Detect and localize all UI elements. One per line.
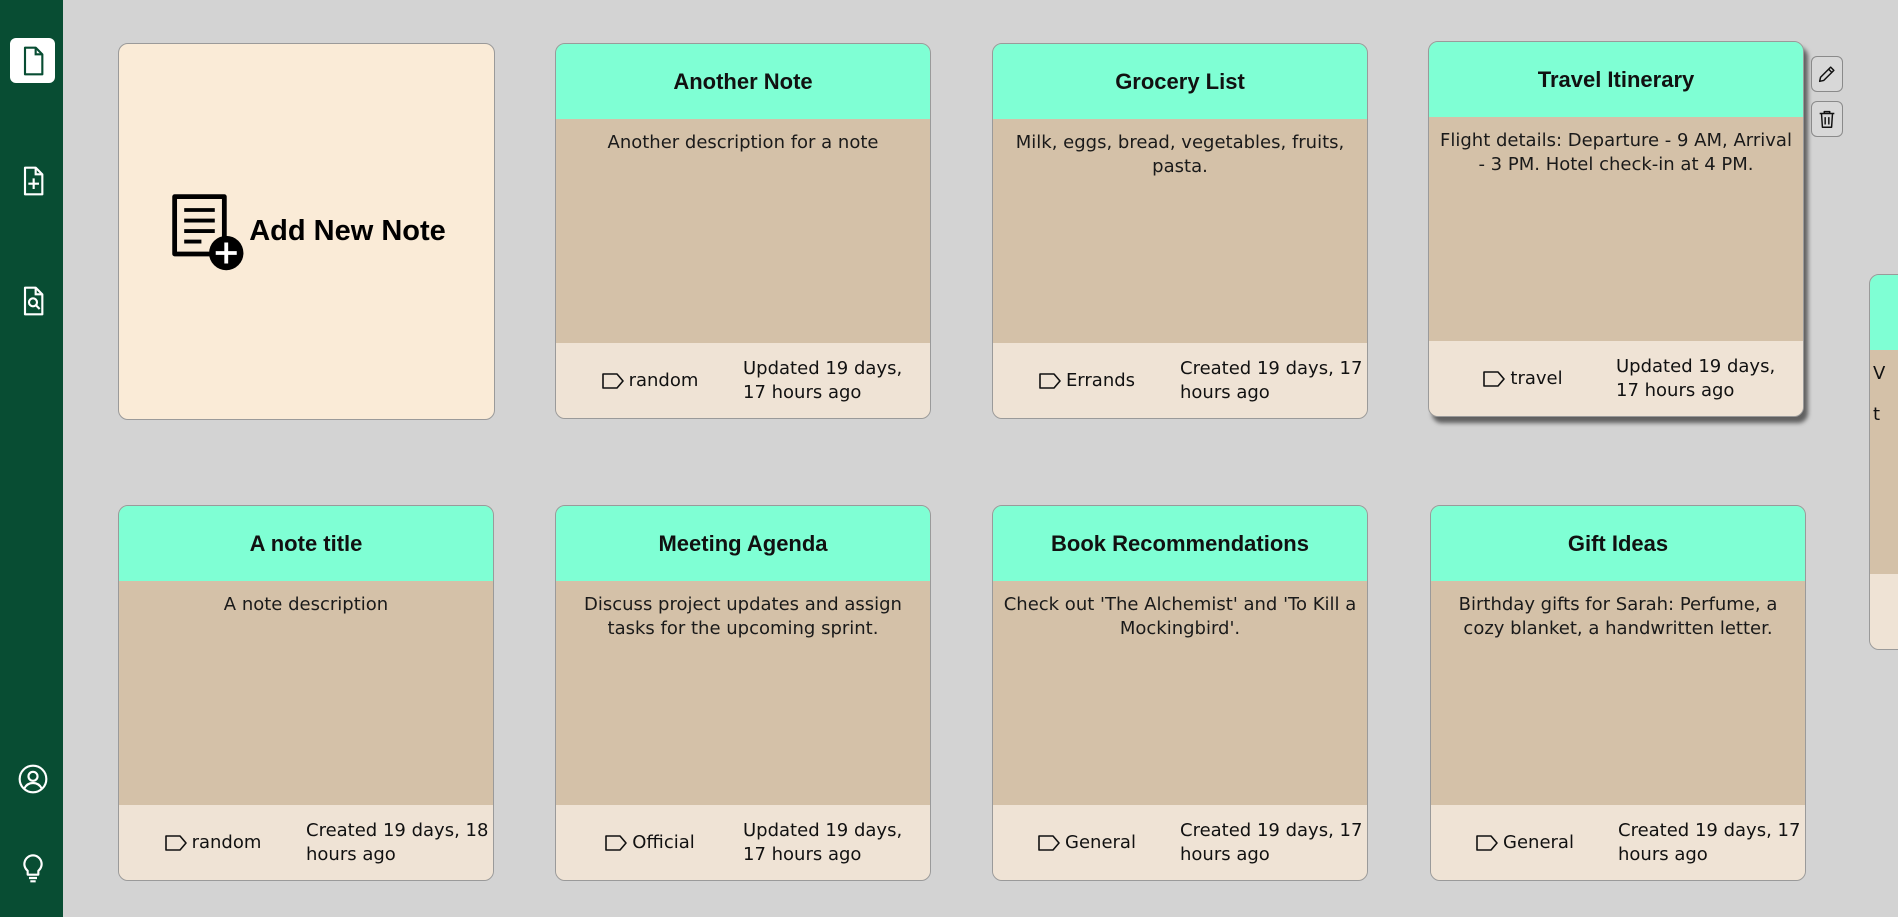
note-card[interactable]: Gift Ideas Birthday gifts for Sarah: Per… <box>1430 505 1806 881</box>
note-tag-label: travel <box>1510 368 1563 389</box>
note-tag[interactable]: random <box>119 832 306 853</box>
search-notes-nav-button[interactable] <box>10 278 55 323</box>
tag-icon <box>1476 834 1498 851</box>
sidebar <box>0 0 63 917</box>
note-footer: random Updated 19 days, 17 hours ago <box>556 343 930 418</box>
note-footer: General Created 19 days, 17 hours ago <box>993 805 1367 880</box>
note-tag[interactable]: random <box>556 370 743 391</box>
note-timestamp: Created 19 days, 17 hours ago <box>1180 819 1363 865</box>
tag-icon <box>1038 834 1060 851</box>
note-title: Gift Ideas <box>1431 506 1805 581</box>
note-tag[interactable]: General <box>1431 832 1618 853</box>
note-description: Another description for a note <box>607 132 879 153</box>
add-new-note-card[interactable]: Add New Note <box>118 43 495 420</box>
note-description: Milk, eggs, bread, vegetables, fruits, p… <box>1015 132 1345 177</box>
note-footer: Official Updated 19 days, 17 hours ago <box>556 805 930 880</box>
note-card[interactable]: A note title A note description random C… <box>118 505 494 881</box>
add-note-icon <box>172 193 244 270</box>
note-title: Travel Itinerary <box>1429 42 1803 117</box>
note-title: A note title <box>119 506 493 581</box>
trash-icon <box>1819 110 1835 128</box>
lightbulb-icon <box>22 853 43 882</box>
note-description: A note description <box>223 594 389 615</box>
note-card[interactable]: Meeting Agenda Discuss project updates a… <box>555 505 931 881</box>
note-tag[interactable]: Official <box>556 832 743 853</box>
partial-text: V <box>1873 363 1886 384</box>
new-note-nav-button[interactable] <box>10 158 55 203</box>
notes-nav-button[interactable] <box>10 38 55 83</box>
note-tag-label: random <box>628 370 699 391</box>
note-card[interactable]: Book Recommendations Check out 'The Alch… <box>992 505 1368 881</box>
tag-icon <box>1483 370 1506 387</box>
note-timestamp: Updated 19 days, 17 hours ago <box>743 357 903 403</box>
note-tag[interactable]: travel <box>1429 368 1616 389</box>
note-timestamp: Updated 19 days, 17 hours ago <box>743 819 903 865</box>
theme-toggle-button[interactable] <box>10 845 55 890</box>
note-footer: Errands Created 19 days, 17 hours ago <box>993 343 1367 418</box>
note-tag-label: General <box>1065 832 1136 853</box>
note-description: Birthday gifts for Sarah: Perfume, a coz… <box>1458 594 1778 639</box>
note-footer <box>1870 574 1898 649</box>
note-timestamp: Updated 19 days, 17 hours ago <box>1616 355 1776 401</box>
edit-note-button[interactable] <box>1811 56 1843 92</box>
note-timestamp: Created 19 days, 18 hours ago <box>306 819 489 865</box>
tag-icon <box>1039 372 1061 389</box>
note-tag-label: Errands <box>1065 370 1136 391</box>
tag-icon <box>605 834 628 851</box>
note-title: Another Note <box>556 44 930 119</box>
note-description: Flight details: Departure - 9 AM, Arriva… <box>1440 130 1792 175</box>
delete-note-button[interactable] <box>1811 101 1843 137</box>
note-tag[interactable]: General <box>993 832 1180 853</box>
tag-icon <box>601 372 624 389</box>
note-card-partial[interactable]: V t <box>1869 274 1898 650</box>
note-card-hovered[interactable]: Travel Itinerary Flight details: Departu… <box>1428 41 1804 417</box>
note-tag-label: Official <box>632 832 695 853</box>
note-description: Discuss project updates and assign tasks… <box>584 594 902 639</box>
note-footer: random Created 19 days, 18 hours ago <box>119 805 493 880</box>
note-tag-label: General <box>1503 832 1574 853</box>
note-tag[interactable]: Errands <box>993 370 1180 391</box>
note-card[interactable]: Grocery List Milk, eggs, bread, vegetabl… <box>992 43 1368 419</box>
notes-icon <box>23 46 43 75</box>
note-footer: General Created 19 days, 17 hours ago <box>1431 805 1805 880</box>
new-note-icon <box>23 166 43 195</box>
tag-icon <box>164 834 187 851</box>
profile-icon <box>18 764 47 793</box>
note-title: Grocery List <box>993 44 1367 119</box>
note-title: Book Recommendations <box>993 506 1367 581</box>
note-description: Check out 'The Alchemist' and 'To Kill a… <box>1003 594 1357 639</box>
add-new-note-label: Add New Note <box>249 215 446 247</box>
partial-text: t <box>1873 404 1881 425</box>
profile-nav-button[interactable] <box>10 756 55 801</box>
note-footer: travel Updated 19 days, 17 hours ago <box>1429 341 1803 416</box>
note-timestamp: Created 19 days, 17 hours ago <box>1618 819 1801 865</box>
note-title: Meeting Agenda <box>556 506 930 581</box>
search-notes-icon <box>23 286 43 315</box>
note-title <box>1870 275 1898 350</box>
note-tag-label: random <box>191 832 262 853</box>
note-card[interactable]: Another Note Another description for a n… <box>555 43 931 419</box>
pencil-icon <box>1818 66 1835 83</box>
note-timestamp: Created 19 days, 17 hours ago <box>1180 357 1363 403</box>
